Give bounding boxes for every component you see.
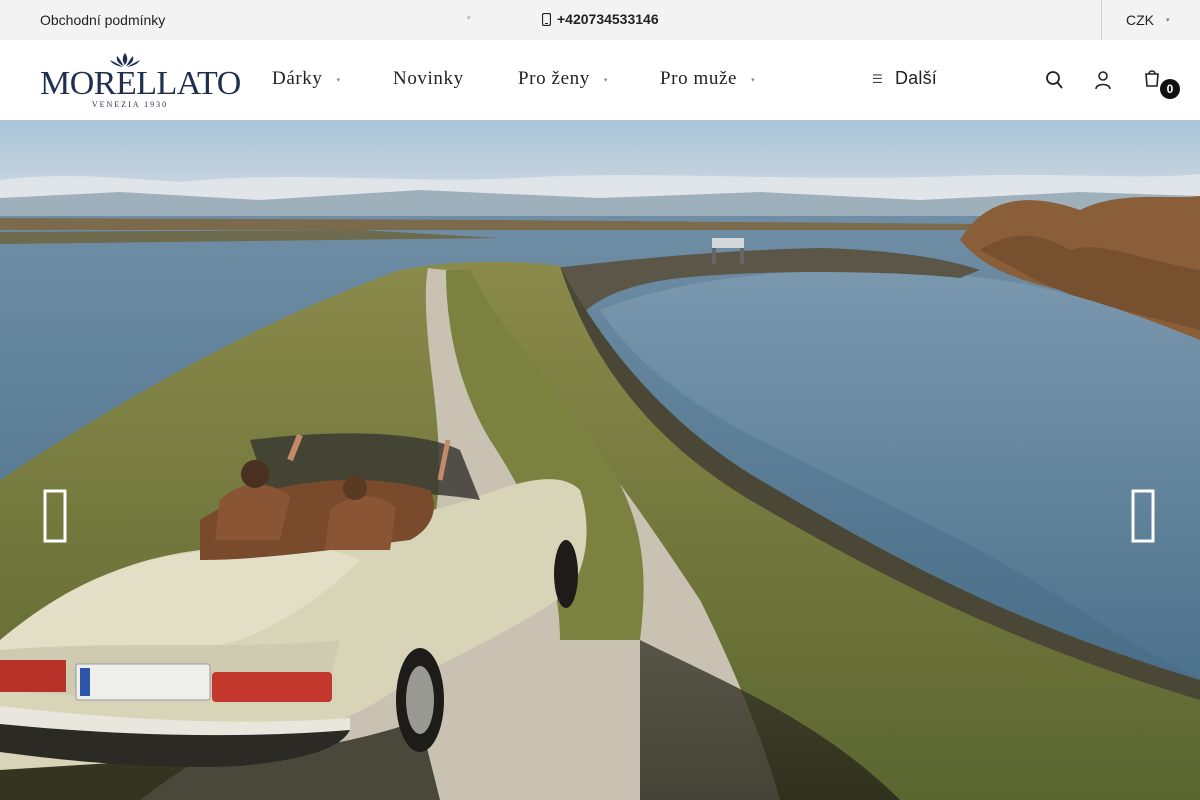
nav-item-pro-muze[interactable]: Pro muže ▾ bbox=[660, 68, 755, 90]
nav-item-label: Pro ženy bbox=[518, 68, 590, 89]
currency-selector[interactable]: CZK ▾ bbox=[1126, 12, 1170, 28]
brand-logo[interactable]: MORELLATO VENEZIA 1930 bbox=[40, 52, 241, 110]
topbar-divider bbox=[1101, 0, 1102, 40]
nav-item-darky[interactable]: Dárky ▾ bbox=[272, 68, 341, 90]
phone-contact[interactable]: +420734533146 bbox=[542, 11, 659, 27]
cart-icon bbox=[1145, 70, 1159, 87]
slider-prev-button[interactable] bbox=[42, 488, 72, 548]
chevron-down-icon: ▾ bbox=[336, 77, 341, 84]
nav-more-menu[interactable]: ☰ Další bbox=[872, 68, 937, 89]
logo-wordmark: MORELLATO bbox=[40, 65, 241, 102]
search-button[interactable] bbox=[1044, 69, 1064, 91]
hero-slider[interactable] bbox=[0, 120, 1200, 800]
account-icon bbox=[1095, 71, 1111, 90]
logo-tagline: VENEZIA 1930 bbox=[91, 100, 169, 109]
chevron-down-icon: ▾ bbox=[603, 77, 608, 84]
phone-icon bbox=[542, 12, 551, 26]
cart-button[interactable] bbox=[1142, 67, 1162, 89]
nav-item-label: Pro muže bbox=[660, 68, 738, 89]
nav-item-label: Novinky bbox=[393, 68, 464, 89]
nav-more-label: Další bbox=[894, 68, 937, 88]
chevron-left-icon bbox=[43, 489, 67, 543]
slider-next-button[interactable] bbox=[1128, 488, 1158, 548]
currency-label: CZK bbox=[1126, 12, 1154, 28]
nav-item-label: Dárky bbox=[272, 68, 323, 89]
account-button[interactable] bbox=[1093, 69, 1113, 91]
phone-number: +420734533146 bbox=[557, 11, 659, 27]
chevron-right-icon bbox=[1131, 489, 1155, 543]
terms-link[interactable]: Obchodní podmínky bbox=[40, 12, 165, 28]
chevron-down-icon: ▾ bbox=[1166, 17, 1170, 24]
hero-image bbox=[0, 120, 1200, 800]
separator-icon: ▾ bbox=[467, 15, 471, 22]
top-utility-bar: Obchodní podmínky ▾ +420734533146 CZK ▾ bbox=[0, 0, 1200, 40]
nav-item-pro-zeny[interactable]: Pro ženy ▾ bbox=[518, 68, 608, 90]
main-header: MORELLATO VENEZIA 1930 Dárky ▾ Novinky P… bbox=[0, 40, 1200, 120]
chevron-down-icon: ▾ bbox=[751, 77, 756, 84]
cart-count-badge: 0 bbox=[1160, 79, 1180, 99]
search-icon bbox=[1046, 71, 1063, 89]
menu-icon: ☰ bbox=[872, 71, 883, 86]
nav-item-novinky[interactable]: Novinky bbox=[393, 68, 464, 90]
